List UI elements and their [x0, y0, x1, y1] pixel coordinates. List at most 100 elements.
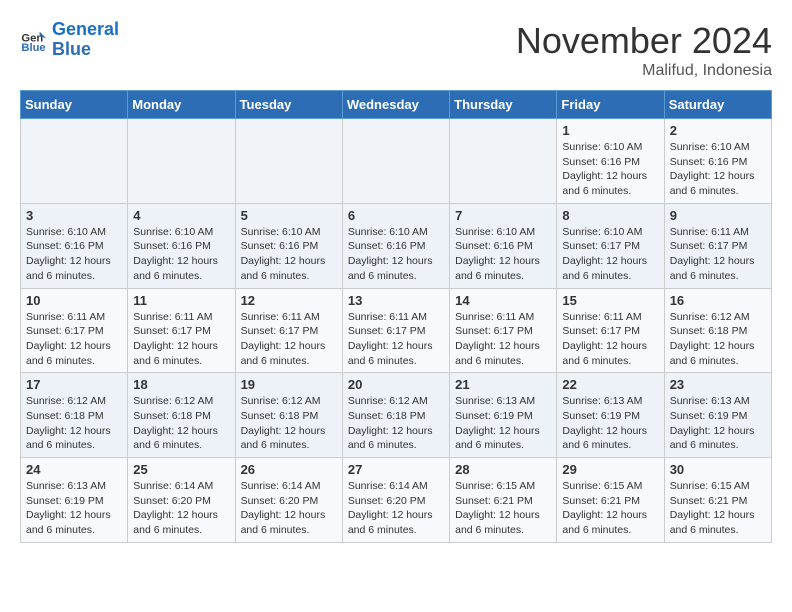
- day-number: 18: [133, 377, 229, 392]
- day-info: Sunrise: 6:10 AM Sunset: 6:16 PM Dayligh…: [348, 225, 444, 284]
- day-info: Sunrise: 6:10 AM Sunset: 6:16 PM Dayligh…: [670, 140, 766, 199]
- calendar-cell: 6 Sunrise: 6:10 AM Sunset: 6:16 PM Daylig…: [342, 203, 449, 288]
- day-info: Sunrise: 6:10 AM Sunset: 6:16 PM Dayligh…: [133, 225, 229, 284]
- calendar-cell: 24 Sunrise: 6:13 AM Sunset: 6:19 PM Dayli…: [21, 458, 128, 543]
- weekday-header-row: SundayMondayTuesdayWednesdayThursdayFrid…: [21, 91, 772, 119]
- calendar-week-row: 3 Sunrise: 6:10 AM Sunset: 6:16 PM Daylig…: [21, 203, 772, 288]
- calendar-cell: 14 Sunrise: 6:11 AM Sunset: 6:17 PM Dayli…: [450, 288, 557, 373]
- logo-icon: Gen Blue: [20, 26, 48, 54]
- day-number: 8: [562, 208, 658, 223]
- calendar-cell: 12Sunrise: 6:11 AM Sunset: 6:17 PM Dayli…: [235, 288, 342, 373]
- calendar-cell: 17 Sunrise: 6:12 AM Sunset: 6:18 PM Dayli…: [21, 373, 128, 458]
- day-number: 9: [670, 208, 766, 223]
- day-info: Sunrise: 6:10 AM Sunset: 6:17 PM Dayligh…: [562, 225, 658, 284]
- calendar-cell: [235, 119, 342, 204]
- day-info: Sunrise: 6:13 AM Sunset: 6:19 PM Dayligh…: [26, 479, 122, 538]
- calendar-cell: 27Sunrise: 6:14 AM Sunset: 6:20 PM Dayli…: [342, 458, 449, 543]
- day-number: 28: [455, 462, 551, 477]
- day-info: Sunrise: 6:10 AM Sunset: 6:16 PM Dayligh…: [26, 225, 122, 284]
- day-info: Sunrise: 6:11 AM Sunset: 6:17 PM Dayligh…: [562, 310, 658, 369]
- day-number: 11: [133, 293, 229, 308]
- day-number: 14: [455, 293, 551, 308]
- day-info: Sunrise: 6:13 AM Sunset: 6:19 PM Dayligh…: [670, 394, 766, 453]
- day-number: 30: [670, 462, 766, 477]
- day-number: 26: [241, 462, 337, 477]
- calendar-week-row: 1 Sunrise: 6:10 AM Sunset: 6:16 PM Daylig…: [21, 119, 772, 204]
- day-info: Sunrise: 6:12 AM Sunset: 6:18 PM Dayligh…: [26, 394, 122, 453]
- calendar-cell: 7 Sunrise: 6:10 AM Sunset: 6:16 PM Daylig…: [450, 203, 557, 288]
- calendar-week-row: 10 Sunrise: 6:11 AM Sunset: 6:17 PM Dayli…: [21, 288, 772, 373]
- day-info: Sunrise: 6:11 AM Sunset: 6:17 PM Dayligh…: [670, 225, 766, 284]
- calendar-cell: 20 Sunrise: 6:12 AM Sunset: 6:18 PM Dayli…: [342, 373, 449, 458]
- day-info: Sunrise: 6:11 AM Sunset: 6:17 PM Dayligh…: [455, 310, 551, 369]
- calendar-cell: 28 Sunrise: 6:15 AM Sunset: 6:21 PM Dayli…: [450, 458, 557, 543]
- calendar-cell: 18Sunrise: 6:12 AM Sunset: 6:18 PM Dayli…: [128, 373, 235, 458]
- calendar-cell: 21 Sunrise: 6:13 AM Sunset: 6:19 PM Dayli…: [450, 373, 557, 458]
- day-info: Sunrise: 6:15 AM Sunset: 6:21 PM Dayligh…: [670, 479, 766, 538]
- weekday-header-saturday: Saturday: [664, 91, 771, 119]
- calendar-cell: 15Sunrise: 6:11 AM Sunset: 6:17 PM Dayli…: [557, 288, 664, 373]
- day-number: 7: [455, 208, 551, 223]
- calendar-cell: 4 Sunrise: 6:10 AM Sunset: 6:16 PM Daylig…: [128, 203, 235, 288]
- logo-text: GeneralBlue: [52, 20, 119, 60]
- day-number: 25: [133, 462, 229, 477]
- calendar-cell: 1 Sunrise: 6:10 AM Sunset: 6:16 PM Daylig…: [557, 119, 664, 204]
- day-info: Sunrise: 6:12 AM Sunset: 6:18 PM Dayligh…: [348, 394, 444, 453]
- day-info: Sunrise: 6:10 AM Sunset: 6:16 PM Dayligh…: [562, 140, 658, 199]
- calendar-cell: [21, 119, 128, 204]
- calendar-cell: 3 Sunrise: 6:10 AM Sunset: 6:16 PM Daylig…: [21, 203, 128, 288]
- calendar-cell: 5 Sunrise: 6:10 AM Sunset: 6:16 PM Daylig…: [235, 203, 342, 288]
- calendar-subtitle: Malifud, Indonesia: [516, 62, 772, 80]
- page-header: Gen Blue GeneralBlue November 2024 Malif…: [20, 20, 772, 80]
- calendar-cell: 26 Sunrise: 6:14 AM Sunset: 6:20 PM Dayli…: [235, 458, 342, 543]
- day-info: Sunrise: 6:11 AM Sunset: 6:17 PM Dayligh…: [133, 310, 229, 369]
- calendar-cell: 30 Sunrise: 6:15 AM Sunset: 6:21 PM Dayli…: [664, 458, 771, 543]
- weekday-header-sunday: Sunday: [21, 91, 128, 119]
- day-info: Sunrise: 6:15 AM Sunset: 6:21 PM Dayligh…: [562, 479, 658, 538]
- calendar-title: November 2024: [516, 20, 772, 62]
- day-info: Sunrise: 6:14 AM Sunset: 6:20 PM Dayligh…: [241, 479, 337, 538]
- day-number: 21: [455, 377, 551, 392]
- weekday-header-monday: Monday: [128, 91, 235, 119]
- calendar-cell: 23 Sunrise: 6:13 AM Sunset: 6:19 PM Dayli…: [664, 373, 771, 458]
- day-number: 3: [26, 208, 122, 223]
- calendar-cell: 16Sunrise: 6:12 AM Sunset: 6:18 PM Dayli…: [664, 288, 771, 373]
- weekday-header-friday: Friday: [557, 91, 664, 119]
- day-info: Sunrise: 6:12 AM Sunset: 6:18 PM Dayligh…: [241, 394, 337, 453]
- calendar-table: SundayMondayTuesdayWednesdayThursdayFrid…: [20, 90, 772, 543]
- day-info: Sunrise: 6:10 AM Sunset: 6:16 PM Dayligh…: [241, 225, 337, 284]
- day-number: 1: [562, 123, 658, 138]
- day-info: Sunrise: 6:15 AM Sunset: 6:21 PM Dayligh…: [455, 479, 551, 538]
- calendar-cell: [450, 119, 557, 204]
- day-number: 24: [26, 462, 122, 477]
- weekday-header-thursday: Thursday: [450, 91, 557, 119]
- day-info: Sunrise: 6:11 AM Sunset: 6:17 PM Dayligh…: [241, 310, 337, 369]
- calendar-cell: 9 Sunrise: 6:11 AM Sunset: 6:17 PM Daylig…: [664, 203, 771, 288]
- day-number: 29: [562, 462, 658, 477]
- day-number: 5: [241, 208, 337, 223]
- day-number: 4: [133, 208, 229, 223]
- day-info: Sunrise: 6:13 AM Sunset: 6:19 PM Dayligh…: [562, 394, 658, 453]
- calendar-week-row: 24 Sunrise: 6:13 AM Sunset: 6:19 PM Dayli…: [21, 458, 772, 543]
- calendar-cell: 29 Sunrise: 6:15 AM Sunset: 6:21 PM Dayli…: [557, 458, 664, 543]
- calendar-cell: [128, 119, 235, 204]
- day-number: 6: [348, 208, 444, 223]
- day-info: Sunrise: 6:13 AM Sunset: 6:19 PM Dayligh…: [455, 394, 551, 453]
- day-info: Sunrise: 6:14 AM Sunset: 6:20 PM Dayligh…: [133, 479, 229, 538]
- calendar-cell: 19 Sunrise: 6:12 AM Sunset: 6:18 PM Dayli…: [235, 373, 342, 458]
- day-number: 23: [670, 377, 766, 392]
- day-number: 22: [562, 377, 658, 392]
- day-info: Sunrise: 6:10 AM Sunset: 6:16 PM Dayligh…: [455, 225, 551, 284]
- calendar-cell: 22 Sunrise: 6:13 AM Sunset: 6:19 PM Dayli…: [557, 373, 664, 458]
- day-number: 10: [26, 293, 122, 308]
- day-info: Sunrise: 6:11 AM Sunset: 6:17 PM Dayligh…: [348, 310, 444, 369]
- day-number: 19: [241, 377, 337, 392]
- day-number: 16: [670, 293, 766, 308]
- day-info: Sunrise: 6:11 AM Sunset: 6:17 PM Dayligh…: [26, 310, 122, 369]
- day-number: 13: [348, 293, 444, 308]
- svg-text:Blue: Blue: [21, 42, 45, 54]
- weekday-header-tuesday: Tuesday: [235, 91, 342, 119]
- day-number: 17: [26, 377, 122, 392]
- calendar-cell: 25 Sunrise: 6:14 AM Sunset: 6:20 PM Dayli…: [128, 458, 235, 543]
- day-number: 20: [348, 377, 444, 392]
